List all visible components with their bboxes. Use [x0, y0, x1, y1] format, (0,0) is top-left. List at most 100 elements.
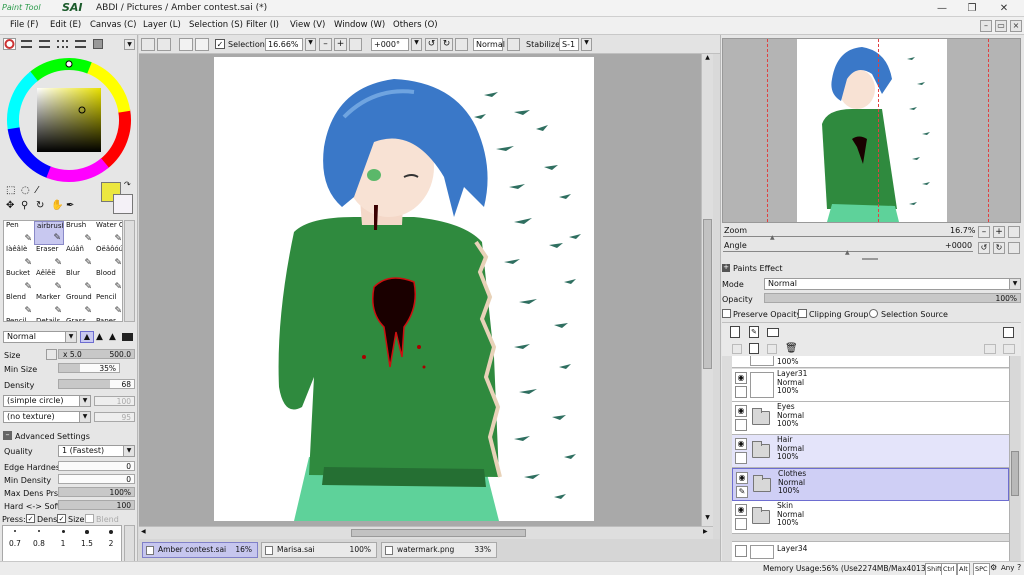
layer-lock-checkbox[interactable]: ✎ [736, 486, 748, 498]
hard-soft-slider[interactable]: 100 [58, 500, 135, 510]
nav-zoom-out-button[interactable]: – [978, 226, 990, 238]
move-icon[interactable]: ✥ [6, 200, 14, 211]
scroll-right-icon[interactable]: ▶ [703, 528, 708, 535]
layer-lock-checkbox[interactable] [735, 452, 747, 464]
advanced-collapse-icon[interactable]: – [3, 431, 12, 440]
rotate-cw-icon[interactable]: ↻ [440, 38, 453, 51]
secondary-color-swatch[interactable] [113, 194, 133, 214]
maximize-button[interactable]: ❐ [958, 0, 986, 17]
zoom-reset-button[interactable] [349, 38, 362, 51]
document-tab[interactable]: Amber contest.sai 16% [142, 542, 258, 558]
visibility-eye-icon[interactable]: ◉ [735, 372, 747, 384]
tool-blood[interactable]: Blood ✎ [94, 269, 122, 293]
tool-ground[interactable]: Ground ✎ [64, 293, 94, 317]
rotation-dropdown-button[interactable]: ▼ [411, 38, 422, 51]
visibility-eye-icon[interactable]: ◉ [736, 472, 748, 484]
brush-tip-2-icon[interactable]: ▲ [96, 332, 103, 342]
max-dens-prs-slider[interactable]: 100% [58, 487, 135, 497]
selection-source-radio[interactable] [869, 309, 878, 318]
new-folder-icon[interactable] [767, 328, 779, 337]
nav-zoom-in-button[interactable]: + [993, 226, 1005, 238]
zoom-out-button[interactable]: – [319, 38, 332, 51]
scratchpad-mode-icon[interactable] [93, 39, 103, 49]
tool-paper[interactable]: Paper✎ [94, 317, 122, 321]
size-preset[interactable]: 1 [51, 526, 75, 558]
menu-canvas[interactable]: Canvas (C) [90, 20, 136, 30]
copy-layer-icon[interactable] [749, 343, 759, 354]
scroll-up-icon[interactable]: ▲ [703, 54, 712, 64]
scroll-left-icon[interactable]: ◀ [141, 528, 146, 535]
merge-down-icon[interactable] [767, 344, 777, 354]
brush-tip-4-icon[interactable] [122, 333, 133, 341]
eyedropper-icon[interactable]: ✒ [66, 200, 74, 211]
tool-eraser[interactable]: Eraser ✎ [34, 245, 64, 269]
swap-colors-icon[interactable]: ↷ [124, 180, 131, 189]
tool-grid-scrollbar[interactable] [124, 220, 135, 322]
new-layer-icon[interactable] [730, 326, 740, 338]
selection-checkbox[interactable]: ✓ [215, 39, 225, 49]
press-dens-checkbox[interactable]: ✓ [26, 514, 35, 523]
horizontal-scroll-thumb[interactable] [351, 529, 526, 537]
size-preset[interactable]: 0.8 [27, 526, 51, 558]
brush-tip-3-icon[interactable]: ▲ [109, 332, 116, 342]
min-size-slider[interactable]: 35% [58, 363, 120, 373]
min-density-slider[interactable]: 0 [58, 474, 135, 484]
deselect-icon[interactable] [179, 38, 193, 51]
panel-collapse-button[interactable]: ▼ [124, 39, 135, 50]
nav-zoom-reset-button[interactable] [1008, 226, 1020, 238]
menu-edit[interactable]: Edit (E) [50, 20, 81, 30]
layer-row[interactable]: ◉ Eyes Normal 100% [732, 402, 1009, 435]
brush-shape-select[interactable]: (simple circle) ▼ [3, 395, 91, 407]
scroll-down-icon[interactable]: ▼ [703, 514, 712, 524]
delete-layer-icon[interactable]: 🗑 [785, 343, 798, 354]
artwork-canvas[interactable] [214, 57, 594, 521]
invert-selection-icon[interactable] [195, 38, 209, 51]
menu-window[interactable]: Window (W) [334, 20, 385, 30]
menu-filter[interactable]: Filter (I) [246, 20, 279, 30]
nav-rotate-ccw-icon[interactable]: ↺ [978, 242, 990, 254]
layer-mode-select[interactable]: Normal ▼ [764, 278, 1021, 290]
tool-grass[interactable]: Grass✎ [64, 317, 94, 321]
brush-shape-slider[interactable]: 100 [94, 396, 135, 406]
tool-dodge[interactable]: Äêïêë ✎ [34, 269, 64, 293]
menu-view[interactable]: View (V) [290, 20, 325, 30]
tool-brush[interactable]: Brush ✎ [64, 221, 94, 245]
hand-icon[interactable]: ✋ [51, 200, 63, 211]
zoom-in-button[interactable]: + [334, 38, 347, 51]
menu-file[interactable]: File (F) [10, 20, 38, 30]
edge-hardness-slider[interactable]: 0 [58, 461, 135, 471]
gear-icon[interactable]: ⚙ [990, 563, 997, 572]
layer-row[interactable]: ◉ Layer31 Normal 100% [732, 369, 1009, 402]
menu-selection[interactable]: Selection (S) [189, 20, 243, 30]
nav-angle-reset-button[interactable] [1008, 242, 1020, 254]
help-icon[interactable]: ? [1017, 563, 1021, 572]
nav-zoom-slider[interactable] [723, 236, 973, 239]
visibility-eye-icon[interactable]: ◉ [735, 504, 747, 516]
move-down-icon[interactable] [732, 344, 742, 354]
hsv-slider-mode-icon[interactable] [39, 40, 50, 48]
layer-panel-options-icon[interactable] [1003, 327, 1014, 338]
size-preset[interactable]: 2 [99, 526, 123, 558]
palette-mode-icon[interactable] [57, 40, 68, 48]
close-button[interactable]: ✕ [990, 0, 1018, 17]
navigator-view[interactable] [722, 38, 1021, 223]
undo-icon[interactable] [141, 38, 155, 51]
rgb-slider-mode-icon[interactable] [21, 40, 32, 48]
brush-tip-1-icon[interactable]: ▲ [80, 331, 94, 343]
tool-blur-drop[interactable]: Blur ✎ [64, 269, 94, 293]
brush-texture-select[interactable]: (no texture) ▼ [3, 411, 91, 423]
brush-texture-slider[interactable]: 95 [94, 412, 135, 422]
color-wheel[interactable] [6, 57, 132, 183]
layer-row[interactable]: ◉ Hair Normal 100% [732, 435, 1009, 468]
canvas-vertical-scrollbar[interactable]: ▲ ▼ [701, 54, 713, 526]
tool-pencil[interactable]: ÌàêâÎè ✎ [4, 245, 34, 269]
layer-list-scrollbar[interactable] [1009, 356, 1020, 561]
color-wheel-mode-icon[interactable] [3, 38, 16, 50]
paints-effect-expand-icon[interactable]: + [722, 264, 730, 272]
density-slider[interactable]: 68 [58, 379, 135, 389]
zoom-dropdown-button[interactable]: ▼ [305, 38, 316, 51]
press-size-checkbox[interactable]: ✓ [57, 514, 66, 523]
visibility-toggle[interactable] [735, 545, 747, 557]
view-blend-mode[interactable]: Normal [473, 38, 505, 51]
tool-details[interactable]: Details✎ [34, 317, 64, 321]
